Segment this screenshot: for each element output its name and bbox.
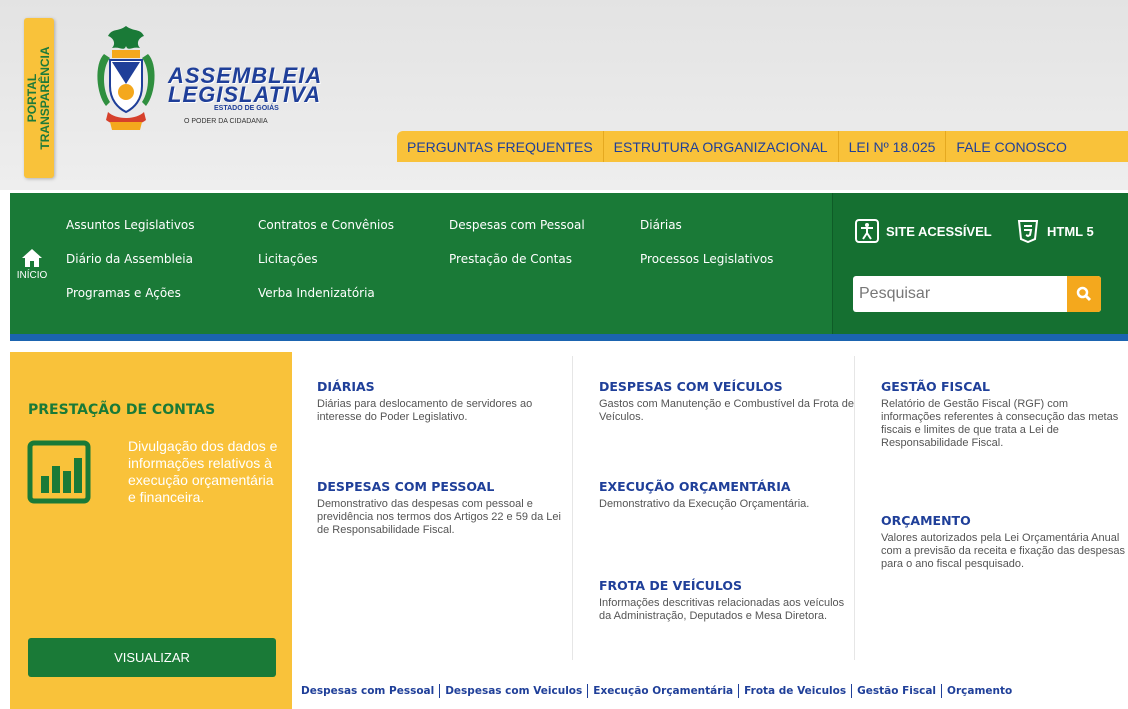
nav-tools-panel: SITE ACESSÍVEL HTML 5 (832, 193, 1128, 334)
logo-tagline: O PODER DA CIDADANIA (184, 118, 268, 125)
section-title: EXECUÇÃO ORÇAMENTÁRIA (599, 479, 791, 494)
section-title: FROTA DE VEÍCULOS (599, 578, 742, 593)
section-title: ORÇAMENTO (881, 513, 971, 528)
link-separator (738, 684, 740, 698)
search-box (853, 276, 1101, 312)
assembleia-logo[interactable]: ASSEMBLEIA LEGISLATIVA ESTADO DE GOIÁS O… (168, 65, 322, 128)
link-separator (941, 684, 943, 698)
bottom-quick-links: Despesas com Pessoal Despesas com Veicul… (301, 684, 1012, 698)
section-execucao-orcamentaria[interactable]: EXECUÇÃO ORÇAMENTÁRIA Demonstrativo da E… (599, 479, 857, 511)
panel-title: PRESTAÇÃO DE CONTAS (28, 402, 216, 418)
section-text: Gastos com Manutenção e Combustível da F… (599, 398, 854, 423)
section-text: Demonstrativo da Execução Orçamentária. (599, 498, 810, 510)
nav-fale-conosco[interactable]: FALE CONOSCO (946, 139, 1076, 155)
bottom-link-despesas-pessoal[interactable]: Despesas com Pessoal (301, 685, 434, 697)
menu-verba-indenizatoria[interactable]: Verba Indenizatória (258, 286, 375, 300)
accessibility-icon (855, 219, 879, 243)
section-title: DESPESAS COM PESSOAL (317, 479, 495, 494)
menu-diario-assembleia[interactable]: Diário da Assembleia (66, 252, 193, 266)
section-orcamento[interactable]: ORÇAMENTO Valores autorizados pela Lei O… (881, 513, 1126, 571)
html5-label: HTML 5 (1047, 223, 1094, 239)
link-separator (851, 684, 853, 698)
search-button[interactable] (1067, 276, 1101, 312)
section-title: DESPESAS COM VEÍCULOS (599, 379, 783, 394)
link-separator (439, 684, 441, 698)
section-frota-veiculos[interactable]: FROTA DE VEÍCULOS Informações descritiva… (599, 578, 857, 623)
menu-contratos-convenios[interactable]: Contratos e Convênios (258, 218, 394, 232)
bottom-link-orcamento[interactable]: Orçamento (947, 685, 1012, 697)
coat-of-arms-icon (97, 26, 155, 130)
section-text: Relatório de Gestão Fiscal (RGF) com inf… (881, 398, 1119, 449)
bottom-link-gestao-fiscal[interactable]: Gestão Fiscal (857, 685, 936, 697)
home-link[interactable]: INÍCIO (14, 248, 50, 281)
prestacao-contas-panel: PRESTAÇÃO DE CONTAS Divulgação dos dados… (10, 352, 292, 709)
site-header: PORTAL TRANSPARÊNCIA ASSEMBLEIA LEGISLAT… (0, 0, 1128, 190)
bottom-link-frota-veiculos[interactable]: Frota de Veiculos (744, 685, 846, 697)
logo-line2: LEGISLATIVA (168, 82, 322, 107)
panel-description: Divulgação dos dados e informações relat… (128, 438, 278, 505)
section-gestao-fiscal[interactable]: GESTÃO FISCAL Relatório de Gestão Fiscal… (881, 379, 1126, 450)
bottom-link-despesas-veiculos[interactable]: Despesas com Veiculos (445, 685, 582, 697)
menu-diarias[interactable]: Diárias (640, 218, 682, 232)
menu-assuntos-legislativos[interactable]: Assuntos Legislativos (66, 218, 195, 232)
section-text: Demonstrativo das despesas com pessoal e… (317, 498, 561, 536)
portal-tab-label: PORTAL TRANSPARÊNCIA (25, 46, 52, 150)
menu-programas-acoes[interactable]: Programas e Ações (66, 286, 181, 300)
section-diarias[interactable]: DIÁRIAS Diárias para deslocamento de ser… (317, 379, 575, 424)
site-acessivel-link[interactable]: SITE ACESSÍVEL (855, 219, 992, 243)
menu-despesas-pessoal[interactable]: Despesas com Pessoal (449, 218, 585, 232)
bar-chart-icon (27, 440, 91, 504)
visualizar-button[interactable]: VISUALIZAR (28, 638, 276, 677)
top-utility-nav: PERGUNTAS FREQUENTES ESTRUTURA ORGANIZAC… (397, 131, 1128, 162)
main-nav-bar: INÍCIO Assuntos Legislativos Diário da A… (10, 193, 1128, 334)
section-despesas-pessoal[interactable]: DESPESAS COM PESSOAL Demonstrativo das d… (317, 479, 575, 537)
section-text: Diárias para deslocamento de servidores … (317, 398, 533, 423)
bottom-link-execucao-orcamentaria[interactable]: Execução Orçamentária (593, 685, 733, 697)
section-title: GESTÃO FISCAL (881, 379, 991, 394)
html5-icon (1017, 220, 1039, 243)
section-text: Valores autorizados pela Lei Orçamentári… (881, 532, 1125, 570)
home-icon (22, 249, 42, 267)
link-separator (587, 684, 589, 698)
nav-lei-18025[interactable]: LEI Nº 18.025 (839, 139, 946, 155)
site-acessivel-label: SITE ACESSÍVEL (886, 223, 992, 239)
section-despesas-veiculos[interactable]: DESPESAS COM VEÍCULOS Gastos com Manuten… (599, 379, 857, 424)
section-title: DIÁRIAS (317, 379, 375, 394)
home-label: INÍCIO (16, 270, 48, 281)
menu-licitacoes[interactable]: Licitações (258, 252, 318, 266)
nav-estrutura-organizacional[interactable]: ESTRUTURA ORGANIZACIONAL (604, 139, 838, 155)
portal-transparencia-tab[interactable]: PORTAL TRANSPARÊNCIA (24, 18, 54, 178)
nav-perguntas-frequentes[interactable]: PERGUNTAS FREQUENTES (397, 139, 603, 155)
search-input[interactable] (853, 276, 1069, 312)
nav-bottom-border (10, 334, 1128, 341)
html5-link[interactable]: HTML 5 (1016, 219, 1094, 243)
menu-processos-legislativos[interactable]: Processos Legislativos (640, 252, 773, 266)
search-icon (1076, 286, 1092, 302)
menu-prestacao-contas[interactable]: Prestação de Contas (449, 252, 572, 266)
section-text: Informações descritivas relacionadas aos… (599, 597, 845, 622)
